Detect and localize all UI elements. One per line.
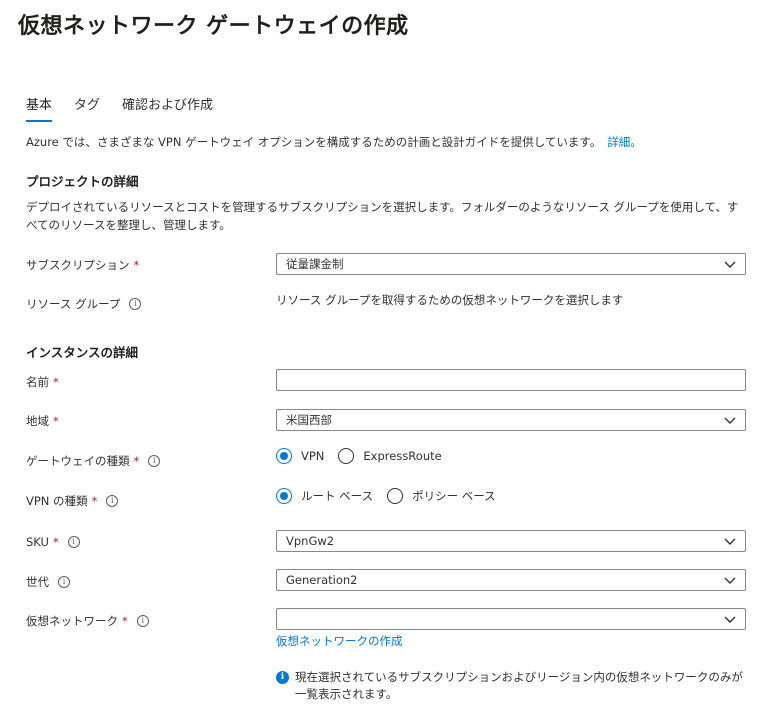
tab-tags[interactable]: タグ <box>74 94 100 122</box>
required-marker: * <box>52 535 59 549</box>
radio-unselected-icon[interactable] <box>387 488 404 504</box>
radio-selected-icon[interactable] <box>276 448 292 464</box>
radio-selected-icon[interactable] <box>276 488 292 504</box>
sku-label: SKU * i <box>26 535 80 549</box>
region-label-text: 地域 <box>26 414 49 428</box>
resource-group-text: リソース グループを取得するための仮想ネットワークを選択します <box>276 293 624 307</box>
gateway-type-label-text: ゲートウェイの種類 <box>26 454 130 468</box>
page-title: 仮想ネットワーク ゲートウェイの作成 <box>18 14 409 39</box>
gateway-type-label: ゲートウェイの種類 * i <box>26 453 161 469</box>
vpn-type-label-text: VPN の種類 <box>26 494 88 508</box>
subscription-value: 従量課金制 <box>286 257 344 271</box>
resource-group-label: リソース グループ i <box>26 296 142 312</box>
project-details-heading: プロジェクトの詳細 <box>26 174 139 189</box>
region-value: 米国西部 <box>286 413 332 427</box>
required-marker: * <box>122 614 128 628</box>
generation-dropdown[interactable]: Generation2 <box>276 569 746 591</box>
subscription-label-text: サブスクリプション <box>26 258 130 272</box>
sku-value: VpnGw2 <box>286 534 335 548</box>
gateway-type-vpn-option[interactable]: VPN <box>276 448 324 464</box>
more-options-button[interactable]: ··· <box>376 14 392 30</box>
gateway-type-expressroute-option[interactable]: ExpressRoute <box>338 448 442 464</box>
instance-details-heading: インスタンスの詳細 <box>26 345 139 360</box>
required-marker: * <box>133 258 140 272</box>
tab-basics[interactable]: 基本 <box>26 94 53 122</box>
sku-label-text: SKU <box>26 535 49 549</box>
name-input[interactable] <box>276 369 746 391</box>
sku-dropdown[interactable]: VpnGw2 <box>276 530 746 552</box>
create-virtual-network-link[interactable]: 仮想ネットワークの作成 <box>276 633 403 649</box>
tab-review-create[interactable]: 確認および作成 <box>122 94 213 122</box>
vpn-type-policy-based-label: ポリシー ベース <box>412 489 496 503</box>
info-icon[interactable]: i <box>129 298 142 310</box>
virtual-network-note-text: 現在選択されているサブスクリプションおよびリージョン内の仮想ネットワークのみが一… <box>295 670 743 701</box>
vpn-type-route-based-label: ルート ベース <box>301 489 374 503</box>
info-filled-icon: i <box>276 671 289 684</box>
tab-bar: 基本 タグ 確認および作成 <box>26 94 235 122</box>
generation-label: 世代 i <box>26 574 70 590</box>
project-description: デプロイされているリソースとコストを管理するサブスクリプションを選択します。フォ… <box>26 200 739 232</box>
radio-unselected-icon[interactable] <box>338 448 355 464</box>
gateway-type-vpn-label: VPN <box>301 449 325 463</box>
required-marker: * <box>53 375 59 389</box>
chevron-down-icon <box>724 417 736 424</box>
vpn-type-radio-group: ルート ベース ポリシー ベース <box>276 488 510 504</box>
virtual-network-dropdown[interactable] <box>276 608 746 630</box>
generation-value: Generation2 <box>286 573 358 587</box>
chevron-down-icon <box>724 577 736 584</box>
gateway-type-radio-group: VPN ExpressRoute <box>276 448 456 464</box>
resource-group-label-text: リソース グループ <box>26 297 121 311</box>
vpn-type-route-based-option[interactable]: ルート ベース <box>276 488 373 504</box>
intro-text: Azure では、さまざまな VPN ゲートウェイ オプションを構成するための計… <box>26 134 642 150</box>
learn-more-link[interactable]: 詳細。 <box>607 135 642 149</box>
required-marker: * <box>133 454 140 468</box>
gateway-type-expressroute-label: ExpressRoute <box>363 449 442 463</box>
info-icon[interactable]: i <box>106 495 119 507</box>
vpn-type-label: VPN の種類 * i <box>26 493 119 509</box>
info-icon[interactable]: i <box>58 576 70 588</box>
name-label-text: 名前 <box>26 375 49 389</box>
subscription-label: サブスクリプション * <box>26 257 139 273</box>
virtual-network-info-note: i 現在選択されているサブスクリプションおよびリージョン内の仮想ネットワークのみ… <box>276 669 746 703</box>
region-label: 地域 * <box>26 413 59 429</box>
info-icon[interactable]: i <box>148 455 161 467</box>
chevron-down-icon <box>724 261 736 268</box>
chevron-down-icon <box>724 616 736 623</box>
subscription-dropdown[interactable]: 従量課金制 <box>276 253 746 275</box>
chevron-down-icon <box>724 538 736 545</box>
virtual-network-label-text: 仮想ネットワーク <box>26 614 118 628</box>
required-marker: * <box>53 414 59 428</box>
virtual-network-label: 仮想ネットワーク * i <box>26 613 149 629</box>
info-icon[interactable]: i <box>67 536 80 548</box>
name-label: 名前 * <box>26 374 59 390</box>
info-icon[interactable]: i <box>136 615 149 627</box>
region-dropdown[interactable]: 米国西部 <box>276 409 746 431</box>
vpn-type-policy-based-option[interactable]: ポリシー ベース <box>387 488 496 504</box>
intro-description: Azure では、さまざまな VPN ゲートウェイ オプションを構成するための計… <box>26 135 602 149</box>
required-marker: * <box>91 494 98 508</box>
generation-label-text: 世代 <box>26 575 49 589</box>
